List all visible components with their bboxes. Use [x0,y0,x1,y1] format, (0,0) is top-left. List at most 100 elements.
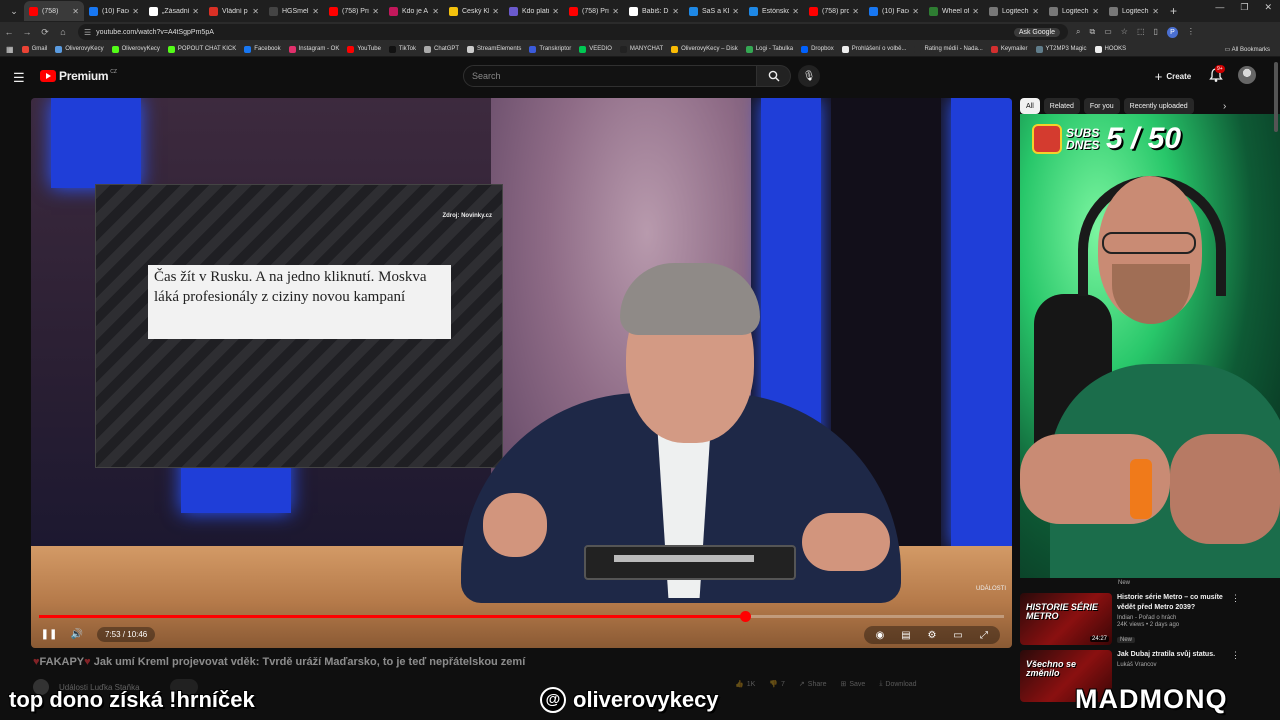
bookmark-item[interactable]: Prohlášení o volbě... [841,45,906,53]
rec-thumbnail[interactable]: HISTORIE SÉRIE METRO 24:27 [1020,593,1112,645]
rec-title[interactable]: Jak Dubaj ztratila svůj status. [1117,650,1237,660]
save-action[interactable]: ⊞ Save [840,680,865,689]
bookmark-item[interactable]: StreamElements [467,45,521,53]
browser-tab[interactable]: HGSmeli ✕ [264,1,324,21]
browser-tab[interactable]: (758) pro ✕ [804,1,864,21]
back-button[interactable]: ← [0,27,18,37]
create-button[interactable]: + Create [1147,67,1199,85]
1k-action[interactable]: 👍 1K [735,680,755,689]
chip-recently-uploaded[interactable]: Recently uploaded [1123,98,1194,114]
cast-icon[interactable]: ▭ [1104,27,1112,38]
browser-tab[interactable]: SaS a KD✕ [684,1,744,21]
zoom-icon[interactable]: ⌕ [1076,27,1080,38]
close-tab-icon[interactable]: ✕ [972,7,979,16]
search-input[interactable]: Search [463,65,757,87]
rec-channel[interactable]: Lukáš Vrancov [1117,662,1237,668]
apps-grid-icon[interactable]: ▦ [6,45,14,54]
bookmark-item[interactable]: TikTok [388,45,416,53]
close-tab-icon[interactable]: ✕ [1032,7,1039,16]
browser-tab[interactable]: (758) Pri ✕ [564,1,624,21]
bookmark-item[interactable]: YT2MP3 Magic [1035,45,1087,53]
all-bookmarks-link[interactable]: ▭ All Bookmarks [1225,46,1270,53]
close-tab-icon[interactable]: ✕ [912,7,919,16]
bookmark-item[interactable]: OliverovyKecy [111,45,160,53]
chip-for-you[interactable]: For you [1083,98,1120,114]
bookmark-item[interactable]: YouTube [347,45,381,53]
bookmark-item[interactable]: POPOUT CHAT KICK [167,45,236,53]
profile-avatar[interactable]: P [1166,26,1178,38]
bookmark-item[interactable]: Instagram - OK [288,45,339,53]
ask-google-button[interactable]: Ask Google [1013,27,1060,37]
reload-button[interactable]: ⟳ [36,27,54,38]
url-text[interactable]: youtube.com/watch?v=A4tSgpPm5pA [96,29,214,36]
browser-menu-icon[interactable]: ⋮ [1187,27,1195,38]
search-button[interactable] [757,65,791,87]
extensions-icon[interactable]: ⬚ [1137,27,1145,38]
close-tab-icon[interactable]: ✕ [492,7,499,16]
chevron-right-icon[interactable]: › [1223,101,1226,112]
progress-bar[interactable] [39,611,1004,622]
close-tab-icon[interactable]: ✕ [252,7,259,16]
browser-tab[interactable]: Logitech ✕ [984,1,1044,21]
subtitles-button[interactable]: ▤ [898,627,914,643]
browser-tab[interactable]: Logitech ✕ [1044,1,1104,21]
bookmark-item[interactable]: Rating médií - Nada... [914,45,983,53]
bookmark-item[interactable]: OliverovyKecy – Disk [671,45,738,53]
close-tab-icon[interactable]: ✕ [72,7,79,16]
browser-tab[interactable]: Kdo plati ✕ [504,1,564,21]
close-tab-icon[interactable]: ✕ [432,7,439,16]
minimize-button[interactable]: — [1215,2,1224,13]
browser-tab[interactable]: Wheel of ✕ [924,1,984,21]
browser-tab[interactable]: (758) ✕ [24,1,84,21]
volume-button[interactable]: 🔊 [69,626,85,642]
scrollbar[interactable] [1274,62,1278,132]
new-tab-button[interactable]: + [1170,4,1177,18]
menu-icon[interactable]: ☰ [13,70,25,86]
bookmark-item[interactable]: MANYCHAT [619,45,663,53]
browser-tab[interactable]: (758) Pri ✕ [324,1,384,21]
browser-tab[interactable]: Babiš: Dř ✕ [624,1,684,21]
bookmark-item[interactable]: Keymailer [990,45,1028,53]
site-info-icon[interactable]: ☰ [84,28,91,37]
close-tab-icon[interactable]: ✕ [1092,7,1099,16]
close-tab-icon[interactable]: ✕ [732,7,739,16]
bookmark-item[interactable]: ChatGPT [424,45,459,53]
rec-channel[interactable]: Indian - Pořad o hrách [1117,615,1237,621]
close-tab-icon[interactable]: ✕ [612,7,619,16]
pause-button[interactable]: ❚❚ [41,626,58,642]
browser-tab[interactable]: Vládní p ✕ [204,1,264,21]
browser-tab[interactable]: (10) Face ✕ [84,1,144,21]
settings-button[interactable]: ⚙ [924,627,940,643]
chip-related[interactable]: Related [1043,98,1080,114]
maximize-button[interactable]: ❐ [1240,2,1248,13]
autoplay-toggle[interactable]: ◉ [872,627,888,643]
close-tab-icon[interactable]: ✕ [792,7,799,16]
bookmark-item[interactable]: Logi - Tabulka [745,45,793,53]
download-action[interactable]: ⤓ Download [879,680,916,688]
close-tab-icon[interactable]: ✕ [192,7,199,16]
close-tab-icon[interactable]: ✕ [132,7,139,16]
forward-button[interactable]: → [18,27,36,37]
video-player[interactable]: Zdroj: Novinky.cz Čas žít v Rusku. A na … [31,98,1012,648]
sidepanel-icon[interactable]: ▯ [1154,27,1158,38]
bookmark-item[interactable]: HOOKS [1094,45,1126,53]
account-avatar[interactable] [1238,66,1256,84]
voice-search-button[interactable]: 🎙 [798,65,820,87]
tab-search-button[interactable]: ⌄ [4,2,24,20]
home-button[interactable]: ⌂ [54,27,72,37]
bookmark-star-icon[interactable]: ☆ [1121,27,1128,38]
bookmark-item[interactable]: VEEDIO [579,45,612,53]
close-tab-icon[interactable]: ✕ [1152,7,1159,16]
bookmark-item[interactable]: Transkriptor [529,45,571,53]
close-tab-icon[interactable]: ✕ [372,7,379,16]
rec-title[interactable]: Historie série Metro – co musíte vědět p… [1117,593,1237,613]
7-action[interactable]: 👎 7 [769,680,785,689]
close-tab-icon[interactable]: ✕ [672,7,679,16]
recommended-video[interactable]: HISTORIE SÉRIE METRO 24:27 Historie série … [1020,593,1250,649]
more-vert-icon[interactable]: ⋮ [1231,650,1240,661]
browser-tab[interactable]: Logitech ✕ [1104,1,1164,21]
translate-icon[interactable]: ⧉ [1089,27,1095,38]
browser-tab[interactable]: „Zásadní ✕ [144,1,204,21]
more-vert-icon[interactable]: ⋮ [1231,593,1240,604]
browser-tab[interactable]: Estónsko ✕ [744,1,804,21]
